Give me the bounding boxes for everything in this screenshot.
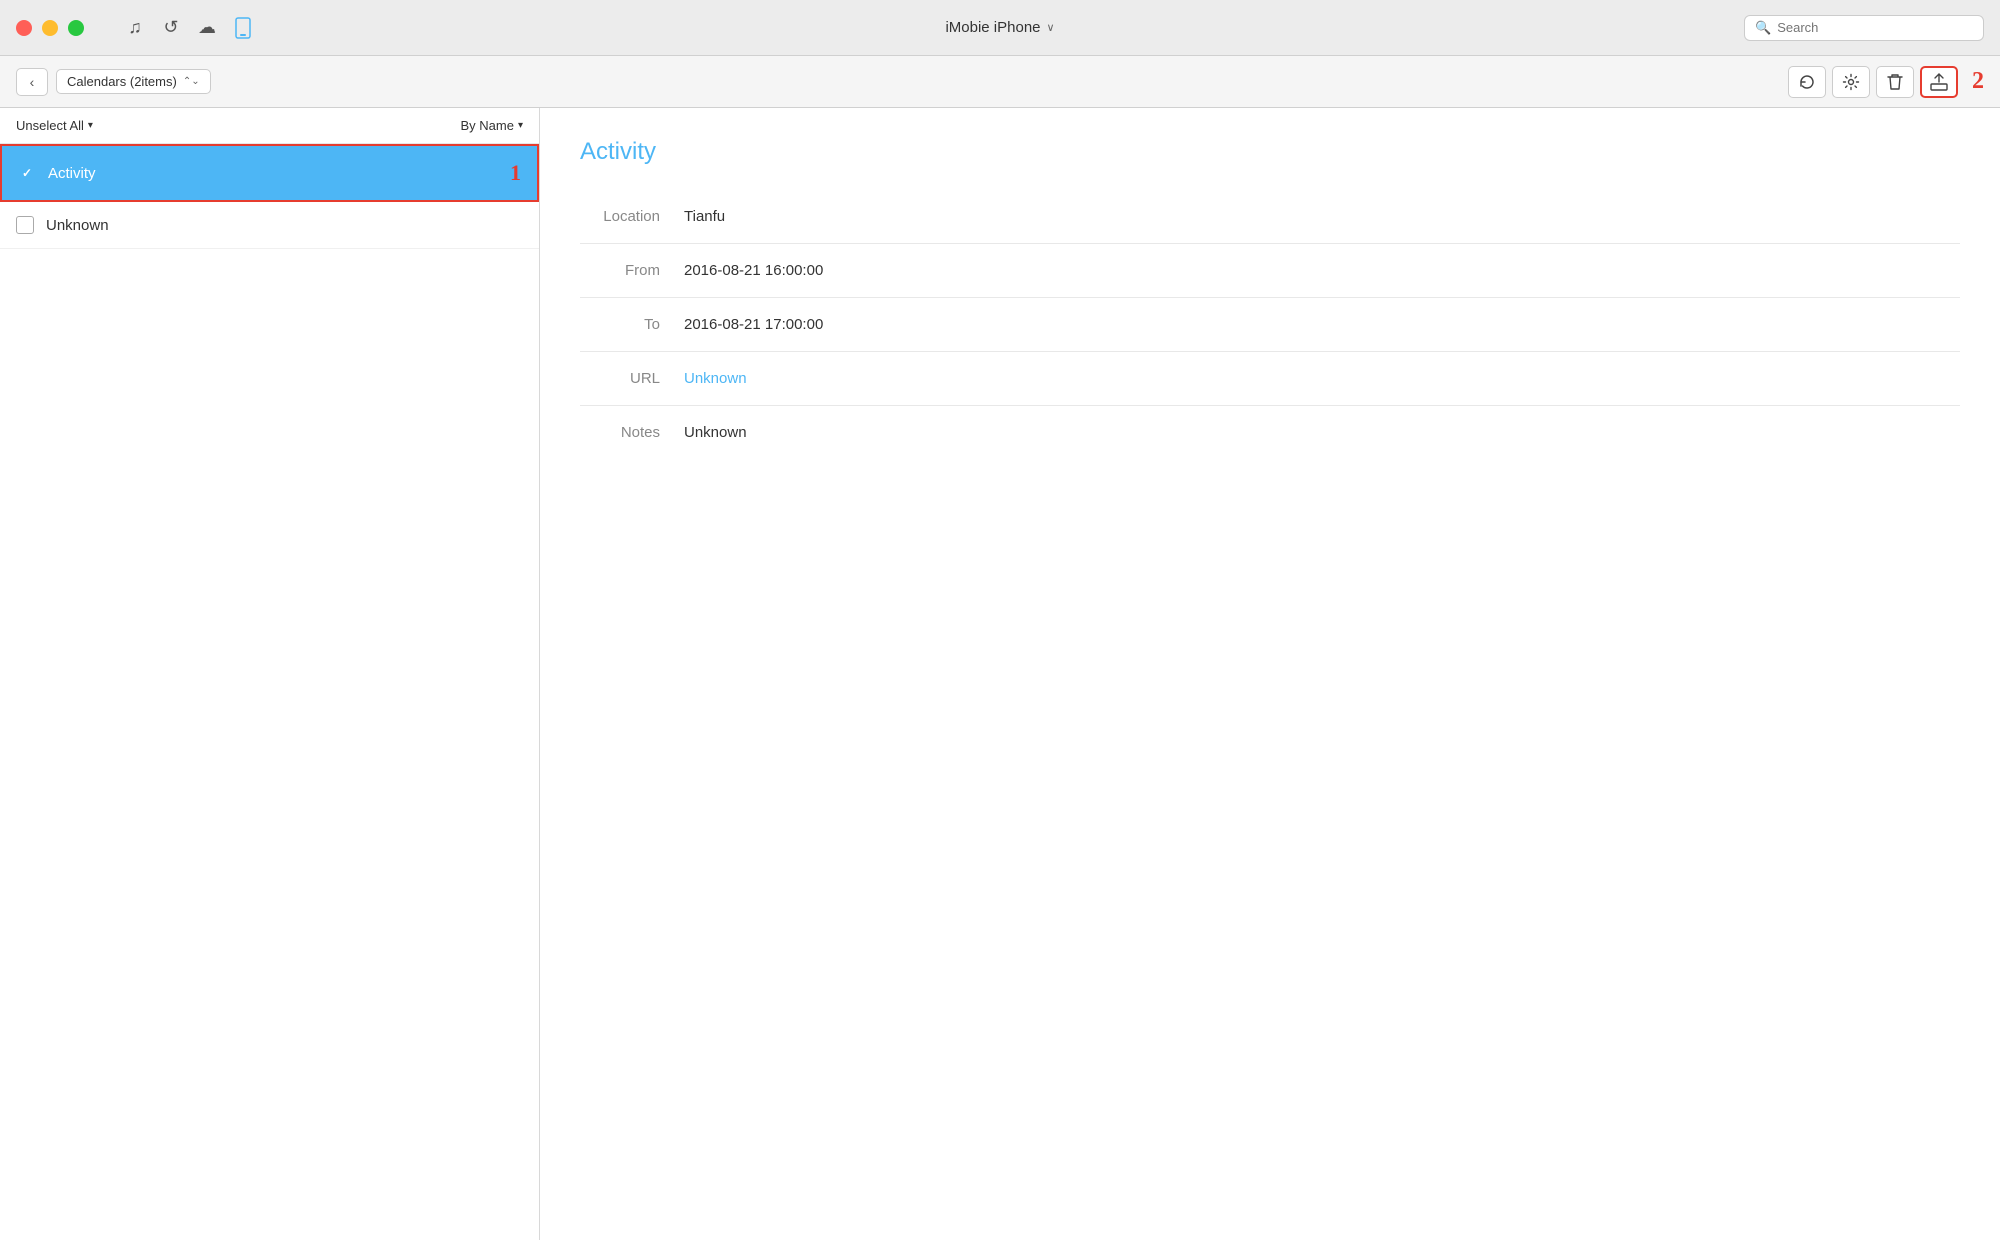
unselect-all-label: Unselect All xyxy=(16,118,84,133)
app-title: iMobie iPhone xyxy=(945,19,1040,36)
delete-button[interactable] xyxy=(1876,66,1914,98)
search-bar[interactable]: 🔍 xyxy=(1744,15,1984,41)
list-item[interactable]: Unknown xyxy=(0,202,539,249)
detail-title: Activity xyxy=(580,138,1960,166)
sort-label: By Name xyxy=(461,118,514,133)
from-label: From xyxy=(580,262,660,279)
cloud-icon[interactable]: ☁ xyxy=(196,17,218,39)
detail-section: Location Tianfu From 2016-08-21 16:00:00… xyxy=(580,190,1960,459)
minimize-button[interactable] xyxy=(42,20,58,36)
detail-row-location: Location Tianfu xyxy=(580,190,1960,244)
maximize-button[interactable] xyxy=(68,20,84,36)
location-value: Tianfu xyxy=(684,208,725,225)
item-checkbox[interactable] xyxy=(18,164,36,182)
location-label: Location xyxy=(580,208,660,225)
unselect-all-button[interactable]: Unselect All ▾ xyxy=(16,118,93,133)
sort-button[interactable]: By Name ▾ xyxy=(461,118,524,133)
search-input[interactable] xyxy=(1777,20,1973,35)
titlebar: ♫ ↺ ☁ iMobie iPhone ∨ 🔍 xyxy=(0,0,2000,56)
detail-row-url: URL Unknown xyxy=(580,352,1960,406)
to-label: To xyxy=(580,316,660,333)
toolbar-actions xyxy=(1788,66,1958,98)
window-controls xyxy=(16,20,84,36)
annotation-badge-1: 1 xyxy=(510,160,521,186)
list-item[interactable]: Activity 1 xyxy=(0,144,539,202)
item-label: Activity xyxy=(48,165,96,182)
detail-row-to: To 2016-08-21 17:00:00 xyxy=(580,298,1960,352)
close-button[interactable] xyxy=(16,20,32,36)
title-chevron[interactable]: ∨ xyxy=(1047,21,1055,34)
to-value: 2016-08-21 17:00:00 xyxy=(684,316,823,333)
unselect-chevron-icon: ▾ xyxy=(88,120,93,131)
notes-value: Unknown xyxy=(684,424,747,441)
app-title-area: iMobie iPhone ∨ xyxy=(945,19,1054,36)
toolbar: ‹ Calendars (2items) ⌃⌄ xyxy=(0,56,2000,108)
calendars-dropdown[interactable]: Calendars (2items) ⌃⌄ xyxy=(56,69,211,94)
notes-label: Notes xyxy=(580,424,660,441)
music-icon[interactable]: ♫ xyxy=(124,17,146,39)
item-label: Unknown xyxy=(46,217,109,234)
detail-row-from: From 2016-08-21 16:00:00 xyxy=(580,244,1960,298)
main-area: Unselect All ▾ By Name ▾ Activity 1 Unkn… xyxy=(0,108,2000,1240)
device-icon[interactable] xyxy=(232,17,254,39)
export-button[interactable] xyxy=(1920,66,1958,98)
history-icon[interactable]: ↺ xyxy=(160,17,182,39)
settings-button[interactable] xyxy=(1832,66,1870,98)
url-label: URL xyxy=(580,370,660,387)
app-icons: ♫ ↺ ☁ xyxy=(124,17,254,39)
url-value[interactable]: Unknown xyxy=(684,370,747,387)
left-panel: Unselect All ▾ By Name ▾ Activity 1 Unkn… xyxy=(0,108,540,1240)
search-icon: 🔍 xyxy=(1755,20,1771,36)
sort-chevron-icon: ▾ xyxy=(518,120,523,131)
dropdown-chevron-icon: ⌃⌄ xyxy=(183,76,200,87)
calendar-list: Activity 1 Unknown xyxy=(0,144,539,1240)
calendars-label: Calendars (2items) xyxy=(67,74,177,89)
list-header: Unselect All ▾ By Name ▾ xyxy=(0,108,539,144)
right-panel: Activity Location Tianfu From 2016-08-21… xyxy=(540,108,2000,1240)
item-checkbox[interactable] xyxy=(16,216,34,234)
from-value: 2016-08-21 16:00:00 xyxy=(684,262,823,279)
annotation-badge-2: 2 xyxy=(1972,68,1984,95)
back-button[interactable]: ‹ xyxy=(16,68,48,96)
refresh-button[interactable] xyxy=(1788,66,1826,98)
detail-row-notes: Notes Unknown xyxy=(580,406,1960,459)
